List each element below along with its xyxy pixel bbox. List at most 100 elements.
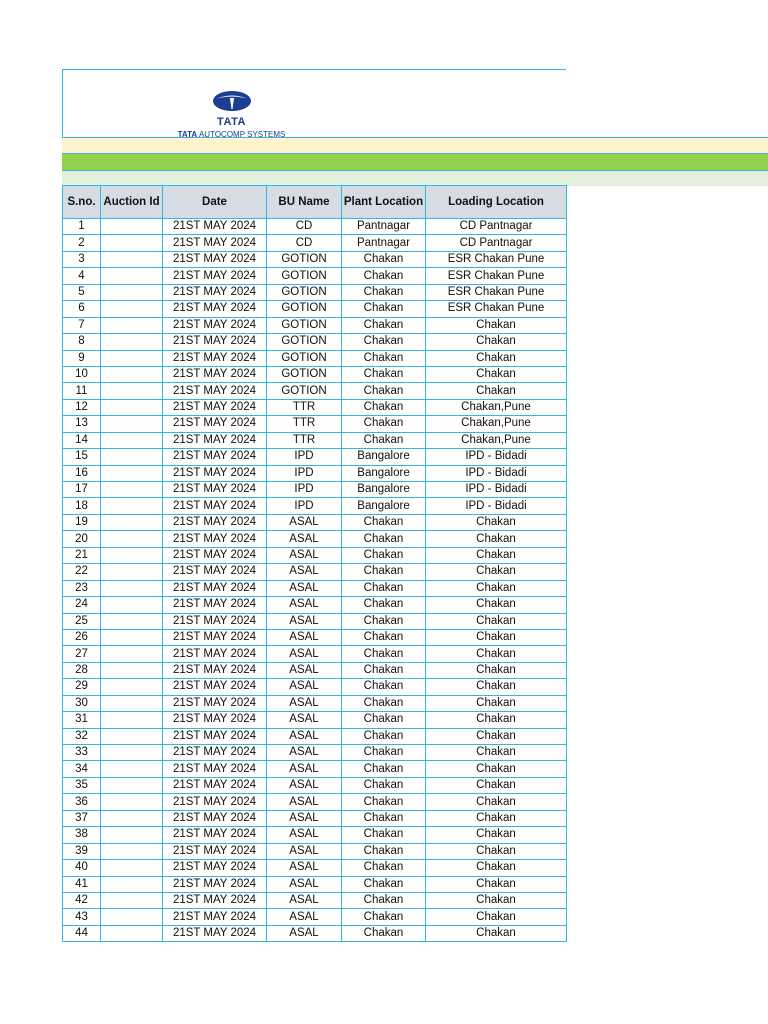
table-row: 42 21ST MAY 2024 ASAL Chakan Chakan: [62, 891, 567, 910]
cell-loading-location: ESR Chakan Pune: [425, 300, 567, 318]
cell-auction-id: [100, 711, 163, 729]
cell-loading-location: Chakan: [425, 382, 567, 400]
table-row: 24 21ST MAY 2024 ASAL Chakan Chakan: [62, 596, 567, 614]
table-row: 15 21ST MAY 2024 IPD Bangalore IPD - Bidadi: [62, 448, 567, 466]
cell-date: 21ST MAY 2024: [162, 661, 267, 680]
cell-date: 21ST MAY 2024: [162, 727, 267, 746]
cell-date: 21ST MAY 2024: [162, 250, 267, 269]
table-row: 43 21ST MAY 2024 ASAL Chakan Chakan: [62, 908, 567, 926]
cell-date: 21ST MAY 2024: [162, 448, 267, 466]
cell-date: 21ST MAY 2024: [162, 711, 267, 729]
cell-auction-id: [100, 826, 163, 844]
cell-sno: 15: [62, 448, 101, 466]
cell-date: 21ST MAY 2024: [162, 678, 267, 696]
cell-bu-name: ASAL: [266, 513, 342, 532]
cell-loading-location: Chakan: [425, 579, 567, 598]
cell-plant-location: Chakan: [341, 398, 426, 417]
cell-plant-location: Chakan: [341, 283, 426, 302]
cell-plant-location: Chakan: [341, 612, 426, 630]
cell-auction-id: [100, 645, 163, 663]
cell-auction-id: [100, 842, 163, 861]
cell-date: 21ST MAY 2024: [162, 382, 267, 400]
cell-date: 21ST MAY 2024: [162, 398, 267, 417]
cell-date: 21ST MAY 2024: [162, 464, 267, 483]
cell-date: 21ST MAY 2024: [162, 546, 267, 565]
cell-loading-location: Chakan: [425, 694, 567, 713]
table-row: 44 21ST MAY 2024 ASAL Chakan Chakan: [62, 924, 567, 943]
cell-loading-location: Chakan,Pune: [425, 415, 567, 433]
cell-bu-name: ASAL: [266, 694, 342, 713]
cell-bu-name: IPD: [266, 497, 342, 515]
table-row: 19 21ST MAY 2024 ASAL Chakan Chakan: [62, 513, 567, 532]
cell-loading-location: Chakan: [425, 628, 567, 647]
cell-auction-id: [100, 431, 163, 450]
cell-sno: 36: [62, 793, 101, 811]
cell-sno: 20: [62, 530, 101, 548]
table-row: 14 21ST MAY 2024 TTR Chakan Chakan,Pune: [62, 431, 567, 450]
cell-plant-location: Chakan: [341, 760, 426, 778]
cell-loading-location: Chakan,Pune: [425, 398, 567, 417]
cell-loading-location: Chakan: [425, 760, 567, 778]
cell-bu-name: GOTION: [266, 333, 342, 351]
cell-bu-name: ASAL: [266, 563, 342, 581]
cell-bu-name: ASAL: [266, 793, 342, 811]
cell-plant-location: Chakan: [341, 743, 426, 762]
cell-loading-location: Chakan: [425, 678, 567, 696]
cell-bu-name: IPD: [266, 448, 342, 466]
cell-loading-location: IPD - Bidadi: [425, 448, 567, 466]
cell-loading-location: Chakan: [425, 727, 567, 746]
cell-sno: 4: [62, 267, 101, 285]
cell-sno: 2: [62, 234, 101, 252]
cell-date: 21ST MAY 2024: [162, 579, 267, 598]
cell-plant-location: Pantnagar: [341, 234, 426, 252]
cell-plant-location: Chakan: [341, 694, 426, 713]
cell-bu-name: ASAL: [266, 678, 342, 696]
table-row: 9 21ST MAY 2024 GOTION Chakan Chakan: [62, 349, 567, 367]
cell-date: 21ST MAY 2024: [162, 924, 267, 943]
cell-loading-location: Chakan: [425, 530, 567, 548]
subtitle-band: [62, 170, 768, 186]
cell-plant-location: Chakan: [341, 809, 426, 828]
table-row: 39 21ST MAY 2024 ASAL Chakan Chakan: [62, 842, 567, 861]
cell-sno: 32: [62, 727, 101, 746]
cell-bu-name: GOTION: [266, 300, 342, 318]
cell-bu-name: GOTION: [266, 365, 342, 384]
cell-auction-id: [100, 267, 163, 285]
cell-date: 21ST MAY 2024: [162, 596, 267, 614]
cell-auction-id: [100, 809, 163, 828]
cell-date: 21ST MAY 2024: [162, 530, 267, 548]
cell-bu-name: ASAL: [266, 908, 342, 926]
cell-loading-location: Chakan: [425, 924, 567, 943]
table-row: 29 21ST MAY 2024 ASAL Chakan Chakan: [62, 678, 567, 696]
cell-auction-id: [100, 250, 163, 269]
cell-date: 21ST MAY 2024: [162, 612, 267, 630]
cell-bu-name: ASAL: [266, 711, 342, 729]
table-row: 23 21ST MAY 2024 ASAL Chakan Chakan: [62, 579, 567, 598]
cell-sno: 44: [62, 924, 101, 943]
table-row: 33 21ST MAY 2024 ASAL Chakan Chakan: [62, 743, 567, 762]
cell-plant-location: Chakan: [341, 826, 426, 844]
cell-sno: 10: [62, 365, 101, 384]
cell-plant-location: Chakan: [341, 924, 426, 943]
cell-plant-location: Chakan: [341, 859, 426, 877]
cell-date: 21ST MAY 2024: [162, 415, 267, 433]
cell-bu-name: GOTION: [266, 283, 342, 302]
table-row: 11 21ST MAY 2024 GOTION Chakan Chakan: [62, 382, 567, 400]
cell-auction-id: [100, 464, 163, 483]
table-row: 26 21ST MAY 2024 ASAL Chakan Chakan: [62, 628, 567, 647]
cell-auction-id: [100, 859, 163, 877]
cell-plant-location: Chakan: [341, 842, 426, 861]
cell-loading-location: ESR Chakan Pune: [425, 267, 567, 285]
auction-table: S.no. Auction Id Date BU Name Plant Location…: [62, 185, 567, 943]
cell-bu-name: ASAL: [266, 645, 342, 663]
cell-sno: 21: [62, 546, 101, 565]
header-sno: S.no.: [62, 185, 101, 219]
cell-sno: 22: [62, 563, 101, 581]
table-row: 28 21ST MAY 2024 ASAL Chakan Chakan: [62, 661, 567, 680]
cell-bu-name: IPD: [266, 480, 342, 499]
cell-date: 21ST MAY 2024: [162, 694, 267, 713]
cell-date: 21ST MAY 2024: [162, 793, 267, 811]
cell-auction-id: [100, 776, 163, 795]
table-row: 36 21ST MAY 2024 ASAL Chakan Chakan: [62, 793, 567, 811]
cell-sno: 6: [62, 300, 101, 318]
